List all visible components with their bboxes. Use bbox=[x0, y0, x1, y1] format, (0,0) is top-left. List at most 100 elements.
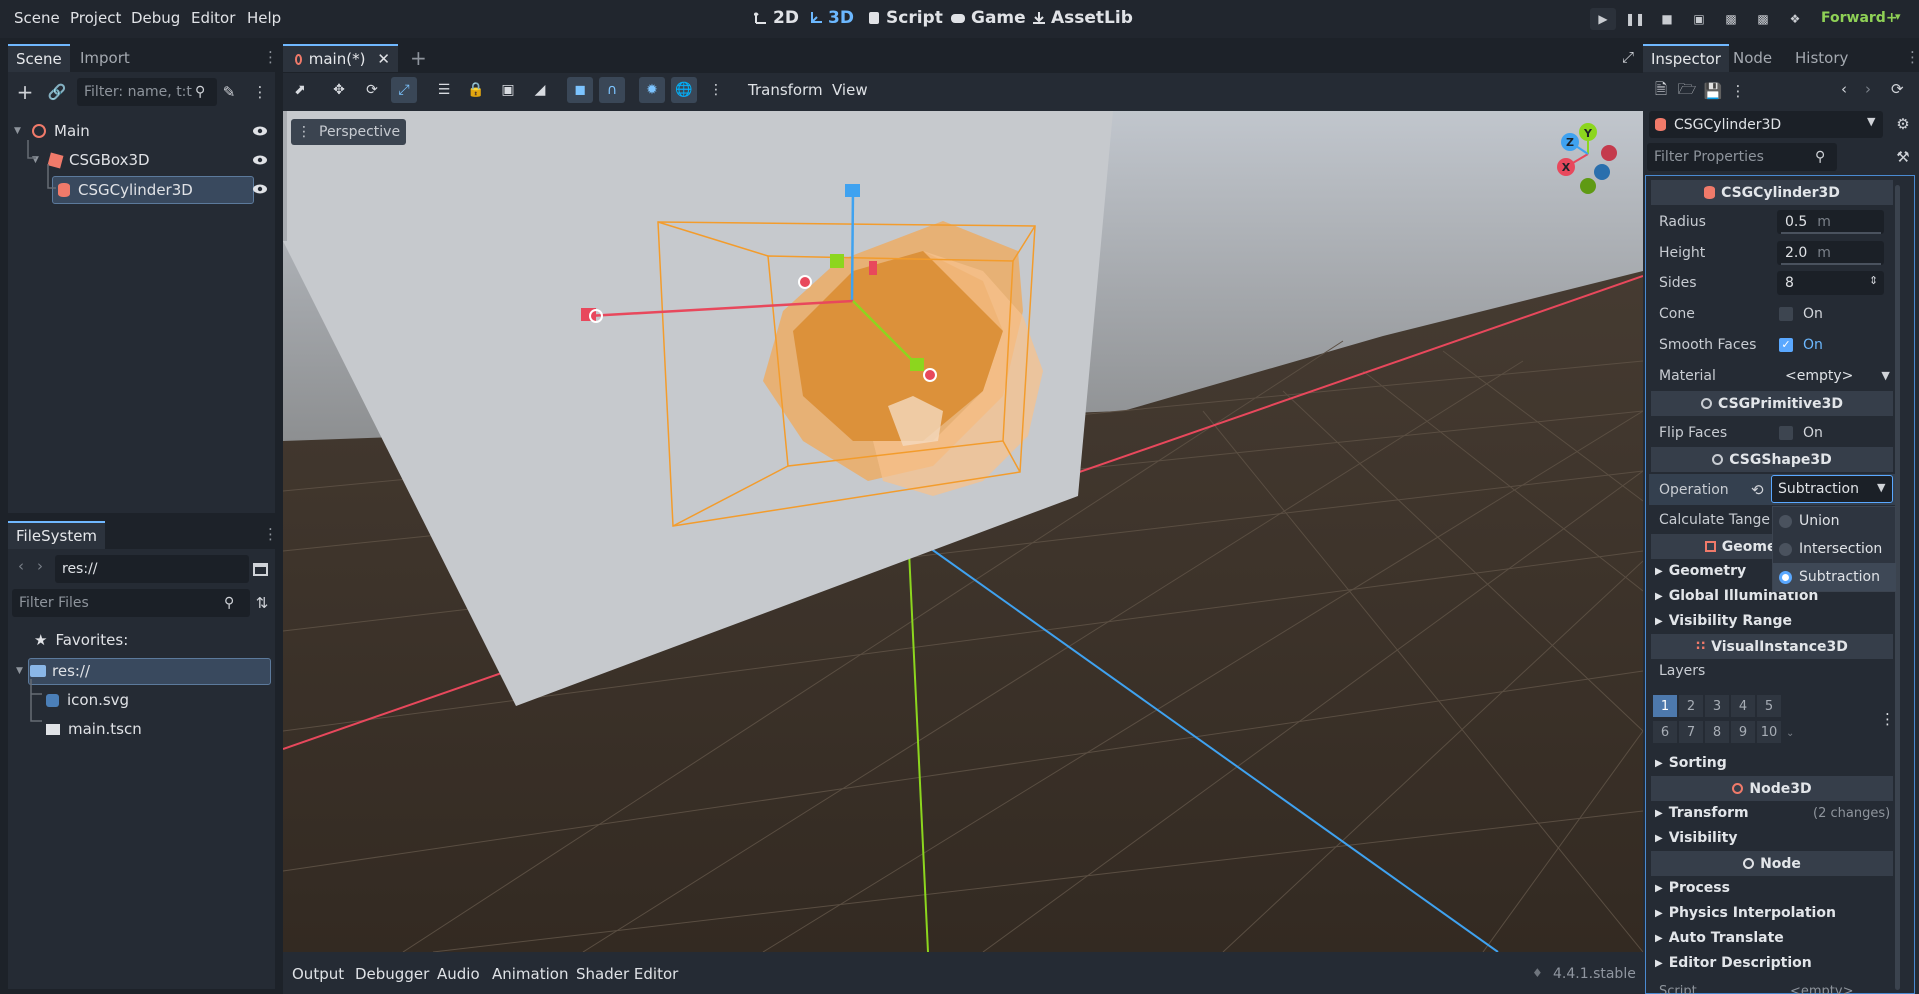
layers-grid[interactable]: 1 2 3 4 5 6 7 8 9 10 bbox=[1653, 695, 1783, 747]
forward-chevron-icon[interactable]: › bbox=[37, 557, 43, 575]
group-transform[interactable]: ▶ Transform bbox=[1655, 805, 1749, 821]
viewport-options-button[interactable]: ⋮ bbox=[703, 77, 729, 103]
section-node[interactable]: Node bbox=[1651, 851, 1893, 876]
workspace-game-button[interactable]: Game bbox=[950, 8, 1026, 28]
3d-viewport[interactable]: Y X Z ⋮ Perspective bbox=[283, 111, 1643, 952]
updown-arrows-icon[interactable]: ⇕ bbox=[1869, 274, 1878, 287]
slider-track[interactable] bbox=[1781, 262, 1881, 265]
layer-cell[interactable]: 9 bbox=[1731, 721, 1755, 743]
section-csgcylinder3d[interactable]: CSGCylinder3D bbox=[1651, 180, 1893, 205]
dropdown-option-intersection[interactable]: Intersection bbox=[1773, 535, 1896, 563]
tab-node[interactable]: Node bbox=[1725, 44, 1780, 72]
bottom-tab-shader-editor[interactable]: Shader Editor bbox=[576, 965, 678, 983]
menu-debug[interactable]: Debug bbox=[131, 9, 180, 27]
environment-preview-button[interactable]: 🌐 bbox=[671, 77, 697, 103]
stop-button[interactable]: ■ bbox=[1654, 8, 1680, 30]
close-icon[interactable]: ✕ bbox=[377, 50, 390, 68]
perspective-menu[interactable]: ⋮ Perspective bbox=[291, 119, 407, 145]
group-process[interactable]: ▶ Process bbox=[1655, 880, 1730, 896]
tab-history[interactable]: History bbox=[1787, 44, 1856, 72]
workspace-script-button[interactable]: Script bbox=[867, 8, 943, 28]
dock-menu-icon[interactable]: ⋮ bbox=[1905, 48, 1919, 66]
forward-chevron-icon[interactable]: › bbox=[1865, 80, 1871, 98]
play-scene-button[interactable]: ▩ bbox=[1718, 8, 1744, 30]
menu-help[interactable]: Help bbox=[247, 9, 281, 27]
layer-cell[interactable]: 6 bbox=[1653, 721, 1677, 743]
group-geometry[interactable]: ▶ Geometry bbox=[1655, 563, 1746, 579]
renderer-selector[interactable]: Forward+ bbox=[1821, 10, 1898, 26]
cone-checkbox[interactable]: On bbox=[1779, 306, 1823, 322]
section-csgshape3d[interactable]: CSGShape3D bbox=[1651, 447, 1893, 472]
object-selector[interactable]: CSGCylinder3D ▼ bbox=[1649, 111, 1883, 138]
slider-track[interactable] bbox=[1781, 231, 1881, 234]
favorites-row[interactable]: ★ Favorites: bbox=[34, 628, 128, 652]
flip-faces-checkbox[interactable]: On bbox=[1779, 425, 1823, 441]
play-button[interactable]: ▶ bbox=[1590, 8, 1616, 30]
rotate-mode-button[interactable]: ⟳ bbox=[359, 77, 385, 103]
filter-files-input[interactable]: Filter Files ⚲ bbox=[12, 589, 250, 617]
move-mode-button[interactable]: ✥ bbox=[326, 77, 352, 103]
tab-inspector[interactable]: Inspector bbox=[1643, 44, 1729, 72]
filter-properties-input[interactable]: Filter Properties ⚲ bbox=[1647, 143, 1837, 171]
group-button[interactable]: ▣ bbox=[495, 77, 521, 103]
object-properties-button[interactable]: ⚙ bbox=[1891, 112, 1915, 136]
movie-maker-button[interactable]: ❖ bbox=[1782, 8, 1808, 30]
extra-options-button[interactable]: ⋮ bbox=[1726, 79, 1750, 103]
sun-preview-button[interactable]: ✹ bbox=[639, 77, 665, 103]
menu-scene[interactable]: Scene bbox=[14, 9, 60, 27]
layer-cell[interactable]: 8 bbox=[1705, 721, 1729, 743]
menu-project[interactable]: Project bbox=[70, 9, 121, 27]
save-resource-button[interactable]: 💾 bbox=[1701, 79, 1725, 103]
transform-menu[interactable]: Transform bbox=[748, 81, 823, 99]
select-mode-button[interactable]: ⬈ bbox=[287, 77, 313, 103]
height-spinbox[interactable]: 2.0 m bbox=[1777, 240, 1884, 265]
group-auto-translate[interactable]: ▶ Auto Translate bbox=[1655, 930, 1784, 946]
fs-file-main-tscn[interactable]: main.tscn bbox=[46, 717, 142, 741]
layer-cell[interactable]: 10 bbox=[1757, 721, 1781, 743]
dock-menu-icon[interactable]: ⋮ bbox=[263, 48, 278, 66]
sides-spinbox[interactable]: 8 ⇕ bbox=[1777, 270, 1884, 295]
instance-scene-button[interactable]: 🔗 bbox=[45, 80, 69, 104]
lock-button[interactable]: 🔒 bbox=[463, 77, 489, 103]
new-resource-button[interactable]: 🗎 bbox=[1649, 79, 1673, 103]
layer-cell[interactable]: 7 bbox=[1679, 721, 1703, 743]
new-tab-plus-icon[interactable]: + bbox=[410, 46, 427, 70]
group-physics-interpolation[interactable]: ▶ Physics Interpolation bbox=[1655, 905, 1836, 921]
history-icon[interactable]: ⟳ bbox=[1891, 80, 1904, 98]
dropdown-option-union[interactable]: Union bbox=[1773, 507, 1896, 535]
material-picker[interactable]: <empty> ▼ bbox=[1785, 368, 1890, 384]
load-resource-button[interactable]: 🗁 bbox=[1675, 79, 1699, 103]
layer-cell[interactable]: 2 bbox=[1679, 695, 1703, 717]
group-visibility[interactable]: ▶ Visibility bbox=[1655, 830, 1737, 846]
add-node-button[interactable]: + bbox=[13, 80, 37, 104]
menu-editor[interactable]: Editor bbox=[191, 9, 235, 27]
tab-import[interactable]: Import bbox=[72, 44, 138, 72]
smooth-faces-checkbox[interactable]: ✓ On bbox=[1779, 337, 1823, 353]
play-custom-scene-button[interactable]: ▩ bbox=[1750, 8, 1776, 30]
scale-mode-button[interactable]: ⤢ bbox=[391, 77, 417, 103]
snap-button[interactable]: ∩ bbox=[599, 77, 625, 103]
visibility-eye-icon[interactable] bbox=[252, 123, 268, 139]
revert-icon[interactable]: ⟲ bbox=[1751, 481, 1764, 499]
inspector-settings-button[interactable]: ⚒ bbox=[1891, 145, 1915, 169]
tree-node-csgcylinder[interactable]: CSGCylinder3D bbox=[58, 178, 193, 202]
ruler-button[interactable]: ◢ bbox=[527, 77, 553, 103]
remote-debug-button[interactable]: ▣ bbox=[1686, 8, 1712, 30]
kebab-menu-icon[interactable]: ⋮ bbox=[1880, 710, 1895, 728]
sort-button[interactable]: ⇅ bbox=[250, 591, 274, 615]
scene-tab-main[interactable]: main(*) ✕ bbox=[283, 44, 398, 72]
bottom-tab-animation[interactable]: Animation bbox=[492, 965, 568, 983]
visibility-eye-icon[interactable] bbox=[252, 152, 268, 168]
dock-menu-icon[interactable]: ⋮ bbox=[263, 525, 278, 543]
toggle-split-button[interactable] bbox=[248, 557, 272, 581]
group-sorting[interactable]: ▶ Sorting bbox=[1655, 755, 1727, 771]
workspace-3d-button[interactable]: 3D bbox=[809, 8, 854, 28]
dropdown-option-subtraction[interactable]: Subtraction bbox=[1773, 563, 1896, 591]
list-select-button[interactable]: ☰ bbox=[431, 77, 457, 103]
workspace-2d-button[interactable]: 2D bbox=[754, 8, 799, 28]
back-chevron-icon[interactable]: ‹ bbox=[1841, 80, 1847, 98]
layer-cell[interactable]: 4 bbox=[1731, 695, 1755, 717]
distraction-free-icon[interactable]: ⤢ bbox=[1622, 48, 1634, 66]
group-editor-description[interactable]: ▶ Editor Description bbox=[1655, 955, 1812, 971]
bottom-tab-debugger[interactable]: Debugger bbox=[355, 965, 429, 983]
